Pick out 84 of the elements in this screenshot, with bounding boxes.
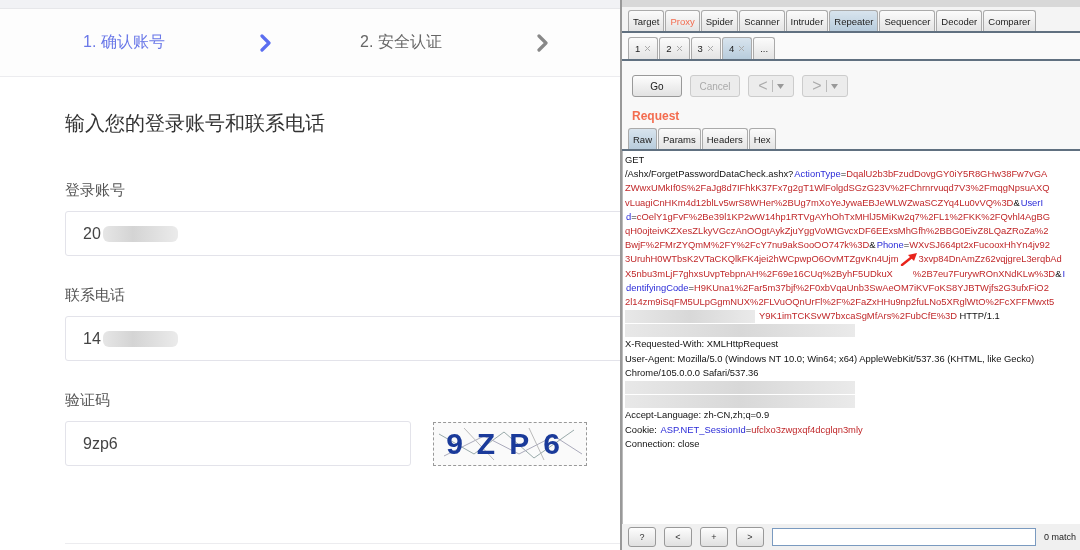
tool-tab[interactable]: Comparer: [983, 10, 1036, 31]
request-text: d: [625, 209, 632, 224]
section-title: Request: [622, 107, 1080, 127]
search-nav-button[interactable]: >: [736, 527, 764, 547]
request-text: dentifyingCode: [625, 280, 689, 295]
annotation-arrow: [899, 252, 918, 266]
request-text: Chrome/105.0.0.0 Safari/537.36: [625, 365, 759, 380]
step-label[interactable]: 2. 安全认证: [360, 32, 442, 53]
request-text: WXvSJ664pt2xFucooxHhYn4jv92: [909, 238, 1050, 253]
search-nav-button[interactable]: ?: [628, 527, 656, 547]
request-text: DqalU2b3bFzudDovgGY0iY5R8GHw38Fw7vGA: [846, 167, 1048, 182]
view-tab[interactable]: Params: [658, 128, 701, 149]
request-text: qH0ojteivKZXesZLkyVGczAnOOgtAykZjuYggVoWtGvcxDF6EExsMhGfh%2BBG0EivZ8LQaZRoZa%2: [625, 223, 1049, 238]
request-text: 2l14zm9iSqFM5ULpGgmNUX%2FLVuOQnUrFl%2F%2FaZxHHu9np2fuLNo5XRglWtO%2FcXFFMwxt5: [625, 294, 1055, 309]
dropdown-icon: [830, 83, 838, 89]
request-text: X-Requested-With: XMLHttpRequest: [625, 337, 779, 352]
request-text: =: [631, 209, 637, 224]
request-text: ASP.NET_SessionId: [659, 422, 746, 437]
request-text: X5nbu3mLjF7ghxsUvpTebpnAH%2F69e16CUq%2ByhF5UDkuX: [625, 266, 893, 281]
request-text: Accept-Language: zh-CN,zh;q=0.9: [625, 408, 770, 423]
toolbar-button[interactable]: Go: [632, 75, 682, 97]
input-field[interactable]: 20: [65, 211, 620, 256]
field-label: 联系电话: [65, 286, 126, 305]
step-label[interactable]: 1. 确认账号: [83, 32, 165, 53]
close-icon: [644, 45, 652, 52]
tool-tab[interactable]: Scanner: [739, 10, 785, 31]
input-field[interactable]: 14: [65, 316, 620, 361]
request-text: HTTP/1.1: [958, 309, 1000, 324]
request-text: &: [869, 238, 876, 253]
view-tab[interactable]: Headers: [701, 128, 748, 149]
match-count: 0 match: [1044, 532, 1076, 542]
request-text: Phone: [876, 238, 904, 253]
request-text: GET: [625, 153, 645, 167]
close-icon: [738, 45, 746, 52]
request-text: =: [840, 167, 847, 182]
form-heading: 输入您的登录账号和联系电话: [65, 111, 326, 136]
close-icon: [706, 45, 714, 52]
request-text: Y9K1imTCKSvW7bxcaSgMfArs%2FubCfE%3D: [759, 309, 957, 324]
request-text: =: [745, 422, 752, 437]
view-tab[interactable]: Raw: [628, 128, 657, 149]
request-text: ZWwxUMkIf0S%2FaJg8d7IFhkK37Fx7g2gT1WlFolgdSGzG23V%2FChrnrvuqd7V3%2FmqgNpsuAXQ: [625, 181, 1050, 196]
request-text: /Ashx/ForgetPasswordDataCheck.ashx?: [625, 167, 794, 182]
request-text: H9KUna1%2Far5m37bjf%2F0xbVqaUnb3SwAeOM7iKVFoKS8YJBTWjfs2G3ufxFiO2: [694, 280, 1049, 295]
request-tab[interactable]: 2: [659, 37, 690, 59]
search-nav-button[interactable]: +: [700, 527, 728, 547]
request-text: 3UruhH0WTbsK2VTaCKQlkFK4jei2hWCpwpO6OvMTZgvKn4Ujm: [625, 252, 899, 267]
request-text: User-Agent: Mozilla/5.0 (Windows NT 10.0; Win64; x64) AppleWebKit/537.36 (KHTML, like Gecko): [625, 351, 1035, 366]
tool-tab[interactable]: Decoder: [936, 10, 983, 31]
search-nav-button[interactable]: <: [664, 527, 692, 547]
field-label: 验证码: [65, 391, 111, 410]
request-text: &: [1055, 266, 1062, 281]
request-text: UserI: [1020, 195, 1044, 210]
request-text: I: [1061, 266, 1065, 281]
tool-tab[interactable]: Spider: [700, 10, 739, 31]
request-text: Connection: close: [625, 436, 700, 451]
request-text: cOelY1gFvF%2Be39l1KP2wW14hp1RTVgAYhOhTxMHlJ5MiKw2q7%2FL1%2FKK%2FQvhl4AgBG: [636, 209, 1051, 224]
search-field[interactable]: [772, 528, 1036, 546]
close-icon: [675, 45, 683, 52]
tool-tab[interactable]: Intruder: [785, 10, 829, 31]
request-text: ufclxo3zwgxqf4dcglqn3mly: [751, 422, 863, 437]
request-text: vLuagiCnHKm4d12blLv5wrS8WHer%2BUg7mXoYeJywaEBJeWLWZwaSCZYq4Lu0vVQ%3D: [625, 195, 1014, 210]
tool-tab[interactable]: Repeater: [829, 10, 879, 31]
request-tab[interactable]: ...: [753, 37, 776, 59]
captcha-image: 9ZP6: [433, 421, 587, 466]
chevron-right-icon: [260, 33, 272, 52]
request-text: BwjF%2FMrZYQmM%2FY%2FcY7nu9akSooOO747k%3D: [625, 238, 870, 253]
request-text: 3xvp84DnAmZz62vqjgreL3erqbAd: [918, 252, 1062, 267]
request-text: ActionType: [793, 167, 841, 182]
request-tab[interactable]: 4: [721, 37, 753, 59]
request-editor[interactable]: [622, 151, 1080, 524]
request-text: =: [903, 238, 910, 253]
request-tab[interactable]: 1: [628, 37, 659, 59]
input-field[interactable]: 9zp6: [65, 421, 411, 466]
request-text: =: [688, 280, 695, 295]
field-label: 登录账号: [65, 181, 126, 200]
tool-tab[interactable]: Target: [628, 10, 665, 31]
request-text: Cookie:: [625, 422, 658, 437]
dropdown-icon: [776, 83, 784, 89]
view-tab[interactable]: Hex: [748, 128, 776, 149]
request-text: %2B7eu7FurywROnXNdKLw%3D: [912, 266, 1056, 281]
tool-tab[interactable]: Sequencer: [879, 10, 936, 31]
request-tab[interactable]: 3: [690, 37, 721, 59]
chevron-right-icon: [537, 33, 549, 52]
request-text: &: [1013, 195, 1020, 210]
